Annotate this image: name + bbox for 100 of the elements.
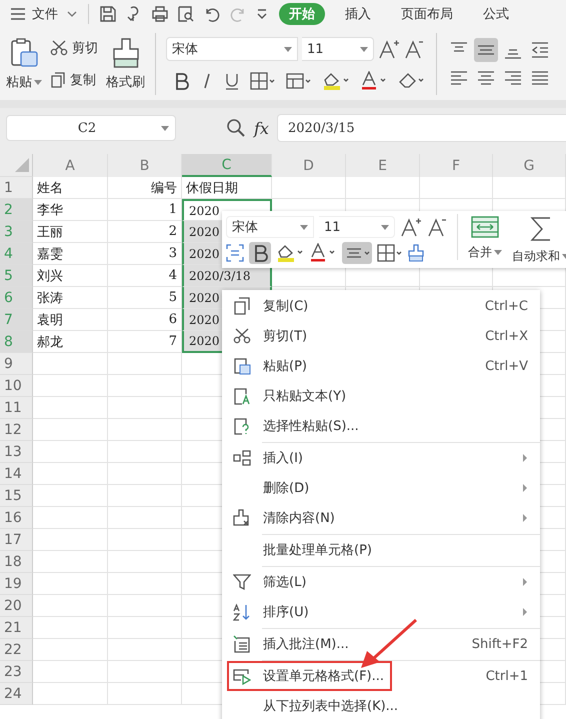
menu-item[interactable]: 筛选(L) <box>222 567 540 597</box>
print-icon[interactable] <box>151 5 169 23</box>
formula-input[interactable]: 2020/3/15 <box>276 114 566 142</box>
eraser-icon <box>233 509 251 527</box>
underline-icon[interactable] <box>224 72 240 90</box>
menu-icon[interactable] <box>10 7 26 21</box>
name-box[interactable]: C2 <box>6 115 176 141</box>
table-cell: 刘兴 <box>33 265 108 287</box>
row-header[interactable]: 19 <box>0 573 33 595</box>
submenu-arrow-icon <box>522 454 528 462</box>
function-label[interactable]: fx <box>254 118 269 138</box>
comment-icon <box>233 635 251 653</box>
shrink-font-icon[interactable] <box>427 217 447 237</box>
row-header[interactable]: 18 <box>0 551 33 573</box>
row-header[interactable]: 15 <box>0 485 33 507</box>
align-middle-icon[interactable] <box>474 38 498 62</box>
font-name-field[interactable]: 宋体 <box>166 37 298 61</box>
font-size-field[interactable]: 11 <box>319 216 395 238</box>
insert-cells-icon <box>233 449 251 467</box>
sigma-icon <box>529 216 553 242</box>
column-header[interactable]: G <box>493 154 566 177</box>
submenu-arrow-icon <box>522 608 528 616</box>
column-header[interactable]: D <box>272 154 346 177</box>
fill-color-icon[interactable] <box>322 71 350 91</box>
row-header[interactable]: 13 <box>0 441 33 463</box>
row-header[interactable]: 8 <box>0 331 33 353</box>
table-cell: 编号 <box>108 177 182 199</box>
row-header[interactable]: 11 <box>0 397 33 419</box>
format-icon[interactable] <box>226 244 244 262</box>
font-size-field[interactable]: 11 <box>302 37 374 61</box>
borders-icon[interactable] <box>250 72 276 90</box>
row-header[interactable]: 7 <box>0 309 33 331</box>
ribbon-tab[interactable]: 页面布局 <box>391 3 463 25</box>
autosum-button[interactable]: 自动求和 <box>512 214 566 265</box>
row-header[interactable]: 3 <box>0 221 33 243</box>
row-header[interactable]: 23 <box>0 661 33 683</box>
file-menu[interactable]: 文件 <box>32 5 58 23</box>
fill-color-icon[interactable] <box>276 243 304 263</box>
row-header[interactable]: 10 <box>0 375 33 397</box>
cell-style-icon[interactable] <box>286 72 312 90</box>
font-color-icon[interactable] <box>309 243 337 263</box>
row-header[interactable]: 5 <box>0 265 33 287</box>
sort-icon <box>233 603 251 621</box>
menu-item[interactable]: 插入(I) <box>222 443 540 473</box>
font-color-icon[interactable] <box>360 71 388 91</box>
row-header[interactable]: 14 <box>0 463 33 485</box>
bold-icon[interactable] <box>249 242 271 264</box>
print-preview-icon[interactable] <box>177 5 195 23</box>
row-header[interactable]: 16 <box>0 507 33 529</box>
submenu-arrow-icon <box>522 484 528 492</box>
row-header[interactable]: 1 <box>0 177 33 199</box>
bold-icon[interactable] <box>174 72 190 90</box>
row-header[interactable]: 6 <box>0 287 33 309</box>
row-header[interactable]: 17 <box>0 529 33 551</box>
caret-icon <box>360 46 368 52</box>
save-icon[interactable] <box>99 5 117 23</box>
row-header[interactable]: 2 <box>0 199 33 221</box>
column-header[interactable]: A <box>33 154 108 177</box>
menu-item[interactable]: 只粘贴文本(Y) <box>222 381 540 411</box>
row-header[interactable]: 12 <box>0 419 33 441</box>
paste-button[interactable]: 粘贴 <box>6 37 42 91</box>
caret-icon <box>381 224 389 230</box>
table-cell: 王丽 <box>33 221 108 243</box>
table-cell: 郝龙 <box>33 331 108 353</box>
column-header[interactable]: F <box>420 154 493 177</box>
caret-icon <box>161 126 169 130</box>
ribbon-tab[interactable]: 公式 <box>473 3 519 25</box>
row-header[interactable]: 24 <box>0 683 33 705</box>
row-header[interactable]: 9 <box>0 353 33 375</box>
merge-button[interactable]: 合并 <box>468 214 502 261</box>
grow-font-icon[interactable] <box>400 217 422 237</box>
ribbon-tab[interactable]: 开始 <box>279 3 325 25</box>
row-header[interactable]: 4 <box>0 243 33 265</box>
table-cell: 张涛 <box>33 287 108 309</box>
menu-item[interactable]: 从下拉列表中选择(K)... <box>222 691 540 719</box>
more-icon[interactable] <box>255 7 269 21</box>
menu-item[interactable]: 设置单元格格式(F)... Ctrl+1 <box>222 661 540 691</box>
column-header[interactable]: B <box>108 154 182 177</box>
brush-icon[interactable] <box>408 244 424 262</box>
column-header[interactable]: E <box>346 154 420 177</box>
menu-item[interactable]: 删除(D) <box>222 473 540 503</box>
row-header[interactable]: 21 <box>0 617 33 639</box>
shrink-font-icon[interactable] <box>404 39 424 59</box>
copy-button[interactable]: 复制 <box>50 71 98 89</box>
row-header[interactable]: 20 <box>0 595 33 617</box>
cut-button[interactable]: 剪切 <box>50 39 98 57</box>
menu-item[interactable]: 粘贴(P) Ctrl+V <box>222 351 540 381</box>
row-header[interactable]: 22 <box>0 639 33 661</box>
align-icon[interactable] <box>342 242 372 264</box>
table-cell: 嘉雯 <box>33 243 108 265</box>
grow-font-icon[interactable] <box>378 39 400 59</box>
brush-icon <box>110 37 140 69</box>
font-name-field[interactable]: 宋体 <box>226 216 314 238</box>
caret-icon <box>494 250 502 255</box>
chevron-icon[interactable] <box>66 9 78 19</box>
table-cell: 李华 <box>33 199 108 221</box>
borders-icon[interactable] <box>377 244 403 262</box>
zoom-icon[interactable] <box>226 118 246 138</box>
ribbon-tab[interactable]: 插入 <box>335 3 381 25</box>
format-painter-button[interactable]: 格式刷 <box>106 37 145 91</box>
